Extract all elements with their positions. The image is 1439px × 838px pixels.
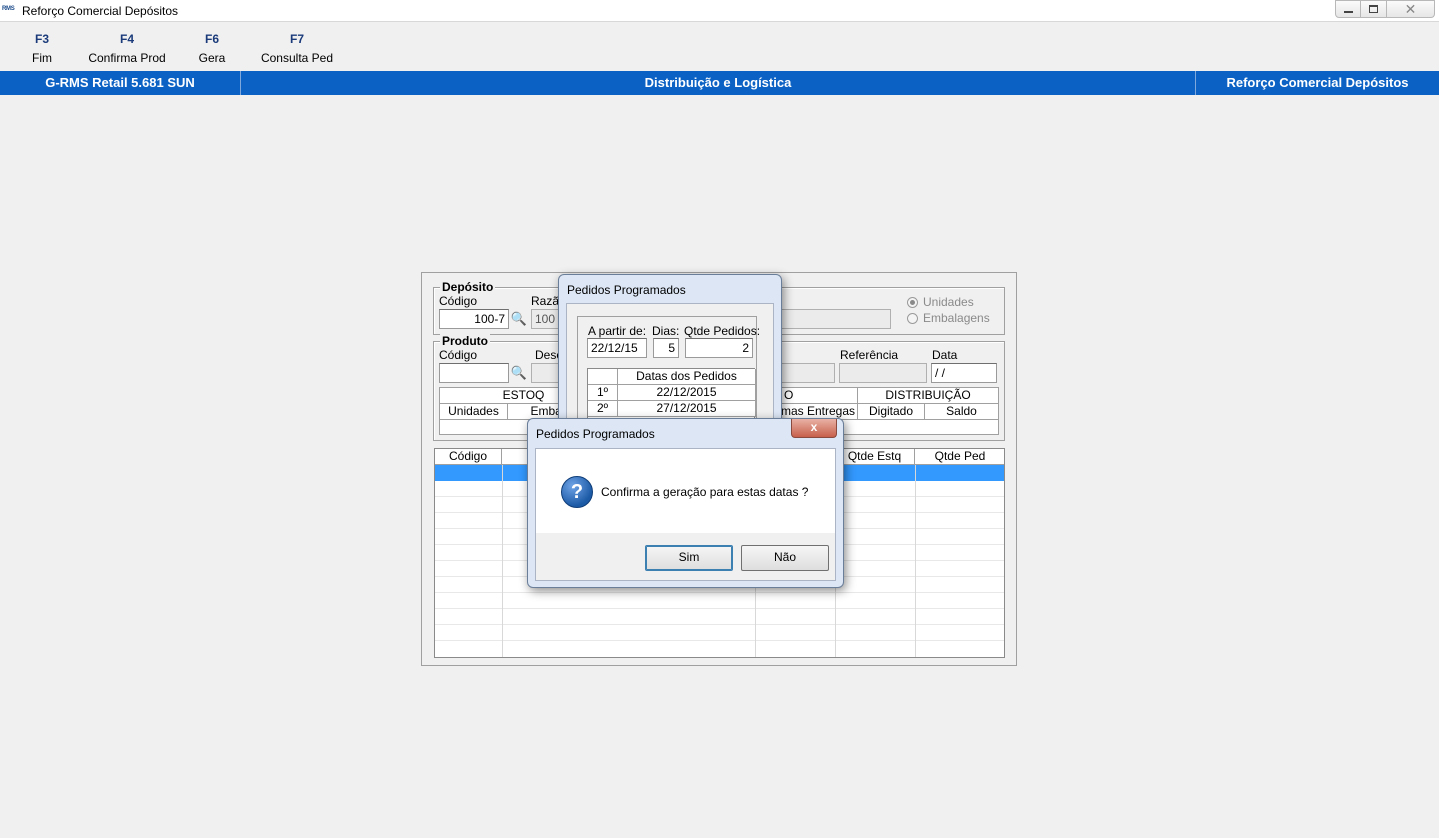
confirm-dialog-body: ? Confirma a geração para estas datas ? … (535, 448, 836, 581)
close-icon: ✕ (1404, 0, 1417, 17)
table-row[interactable] (435, 609, 1004, 625)
deposito-codigo-label: Código (439, 294, 478, 308)
toolbar-key-consulta-ped[interactable]: F7 Consulta Ped (258, 30, 336, 68)
datas-grid-corner (588, 369, 618, 385)
no-button[interactable]: Não (741, 545, 829, 571)
grid-header-codigo[interactable]: Código (435, 449, 502, 465)
question-icon: ? (561, 476, 593, 508)
apartir-field[interactable]: 22/12/15 (587, 338, 647, 358)
produto-codigo-field[interactable] (439, 363, 509, 383)
table-row[interactable] (435, 625, 1004, 641)
toolbar-key-label: Fim (32, 51, 52, 65)
toolbar-key-label: Consulta Ped (260, 51, 334, 65)
unidades-header: Unidades (440, 404, 508, 420)
qtde-pedidos-label: Qtde Pedidos: (684, 324, 761, 338)
distribuicao-header: DISTRIBUIÇÃO (858, 388, 999, 404)
toolbar-key-label: Confirma Prod (88, 51, 166, 65)
status-bar: G-RMS Retail 5.681 SUN Distribuição e Lo… (0, 71, 1439, 95)
confirm-close-button[interactable]: x (791, 419, 837, 438)
radio-embalagens[interactable] (907, 313, 918, 324)
confirm-dialog: Pedidos Programados x ? Confirma a geraç… (527, 418, 844, 588)
yes-button[interactable]: Sim (645, 545, 733, 571)
window-title: Reforço Comercial Depósitos (22, 4, 179, 18)
radio-unidades[interactable] (907, 297, 918, 308)
binoculars-icon[interactable]: 🔍 (509, 363, 529, 383)
grid-column-line (915, 465, 916, 657)
confirm-message: Confirma a geração para estas datas ? (601, 485, 809, 499)
toolbar-key-label: Gera (198, 51, 226, 65)
dias-label: Dias: (652, 324, 680, 338)
produto-codigo-label: Código (439, 348, 478, 362)
radio-embalagens-label: Embalagens (923, 311, 990, 325)
toolbar-key-fim[interactable]: F3 Fim (22, 30, 62, 68)
status-screen: Reforço Comercial Depósitos (1226, 75, 1409, 90)
window-titlebar: RMS Reforço Comercial Depósitos ✕ (0, 0, 1439, 22)
status-version: G-RMS Retail 5.681 SUN (45, 75, 195, 90)
dias-field[interactable]: 5 (653, 338, 679, 358)
toolbar-key-code: F6 (204, 32, 219, 46)
status-module: Distribuição e Logística (644, 75, 792, 90)
minimize-button[interactable] (1335, 0, 1361, 18)
saldo-header: Saldo (925, 404, 999, 420)
digitado-header: Digitado (858, 404, 925, 420)
deposito-codigo-field[interactable]: 100-7 (439, 309, 509, 329)
datas-header: Datas dos Pedidos (618, 369, 756, 385)
qtde-pedidos-field[interactable]: 2 (685, 338, 753, 358)
toolbar-key-code: F4 (119, 32, 134, 46)
grid-header-qtde-ped[interactable]: Qtde Ped (915, 449, 1004, 465)
toolbar-key-code: F7 (289, 32, 304, 46)
confirm-dialog-title: Pedidos Programados (536, 427, 655, 441)
pedidos-dialog-title: Pedidos Programados (567, 283, 686, 297)
grid-header-qtde-estq[interactable]: Qtde Estq (835, 449, 915, 465)
close-icon: x (810, 420, 818, 434)
restore-icon (1369, 5, 1378, 13)
produto-data-label: Data (932, 348, 958, 362)
binoculars-icon[interactable]: 🔍 (509, 309, 529, 329)
produto-data-field[interactable]: / / (931, 363, 997, 383)
produto-group-label: Produto (440, 334, 490, 348)
produto-referencia-label: Referência (840, 348, 899, 362)
deposito-group-label: Depósito (440, 280, 496, 294)
close-button[interactable]: ✕ (1387, 0, 1435, 18)
datas-row-number: 1º (588, 385, 618, 401)
table-row[interactable] (435, 593, 1004, 609)
toolbar-key-code: F3 (34, 32, 49, 46)
app-icon: RMS (2, 6, 15, 12)
datas-row-date[interactable]: 27/12/2015 (618, 401, 756, 417)
radio-unidades-label: Unidades (923, 295, 974, 309)
restore-button[interactable] (1361, 0, 1387, 18)
apartir-label: A partir de: (588, 324, 647, 338)
minimize-icon (1343, 11, 1353, 13)
datas-row-date[interactable]: 22/12/2015 (618, 385, 756, 401)
grid-column-line (502, 465, 503, 657)
toolbar-key-gera[interactable]: F6 Gera (192, 30, 232, 68)
datas-row-number: 2º (588, 401, 618, 417)
toolbar-key-confirma-prod[interactable]: F4 Confirma Prod (84, 30, 170, 68)
produto-referencia-field (839, 363, 927, 383)
